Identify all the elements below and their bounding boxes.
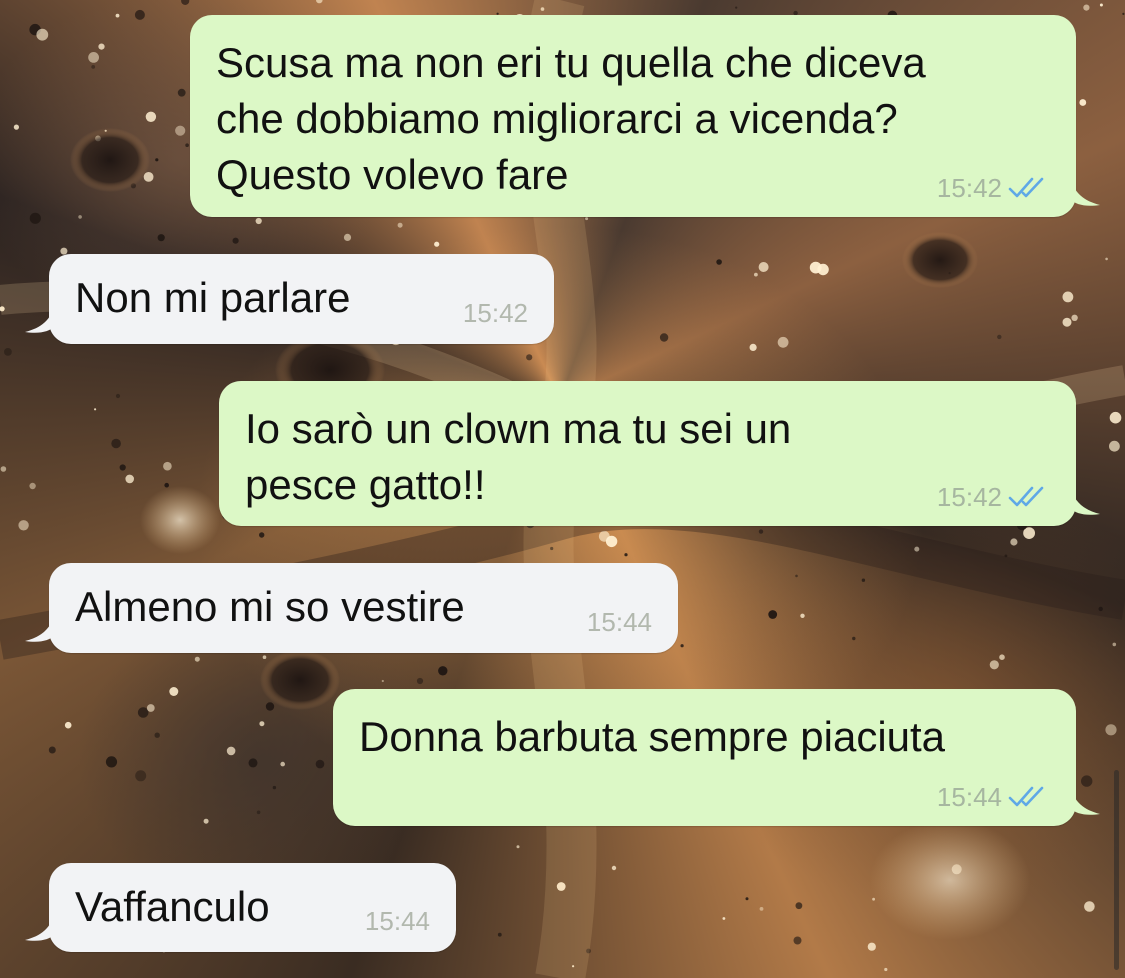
- bubble-tail: [1070, 177, 1100, 206]
- message-text: Vaffanculo: [75, 883, 270, 930]
- message-time: 15:42: [936, 482, 1002, 512]
- message-text: Almeno mi so vestire: [75, 583, 465, 630]
- message-bubble-outgoing[interactable]: Io sarò un clown ma tu sei un pesce gatt…: [219, 381, 1100, 526]
- message-text: Io sarò un clown ma tu sei un pesce gatt…: [245, 405, 792, 508]
- bubble-tail: [1070, 486, 1100, 515]
- message-meta: 15:44: [365, 906, 430, 936]
- double-check-icon: [1008, 785, 1050, 809]
- message-meta: 15:44: [587, 607, 652, 637]
- chat-thread[interactable]: Scusa ma non eri tu quella che diceva ch…: [0, 0, 1125, 978]
- bubble-tail: [25, 613, 55, 642]
- message-bubble-incoming[interactable]: Non mi parlare 15:42: [25, 254, 554, 344]
- message-text: Non mi parlare: [75, 274, 351, 321]
- message-meta: 15:44: [937, 782, 1050, 812]
- message-meta: 15:42: [463, 298, 528, 328]
- double-check-icon: [1008, 176, 1050, 200]
- message-text: Scusa ma non eri tu quella che diceva ch…: [216, 39, 926, 198]
- message-meta: 15:42: [937, 173, 1050, 203]
- message-bubble-incoming[interactable]: Vaffanculo 15:44: [25, 863, 456, 952]
- message-meta: 15:42: [937, 482, 1050, 512]
- message-bubble-incoming[interactable]: Almeno mi so vestire 15:44: [25, 563, 678, 653]
- message-time: 15:42: [936, 173, 1002, 203]
- chat-scrollbar[interactable]: [1114, 770, 1119, 970]
- message-time: 15:44: [364, 906, 430, 936]
- message-bubble-outgoing[interactable]: Donna barbuta sempre piaciuta 15:44: [333, 689, 1100, 826]
- message-time: 15:44: [586, 607, 652, 637]
- message-time: 15:42: [462, 298, 528, 328]
- message-bubble-outgoing[interactable]: Scusa ma non eri tu quella che diceva ch…: [190, 15, 1100, 217]
- bubble-tail: [25, 304, 55, 333]
- double-check-icon: [1008, 485, 1050, 509]
- bubble-tail: [25, 912, 55, 941]
- message-time: 15:44: [936, 782, 1002, 812]
- message-text: Donna barbuta sempre piaciuta: [359, 713, 946, 760]
- bubble-tail: [1070, 786, 1100, 815]
